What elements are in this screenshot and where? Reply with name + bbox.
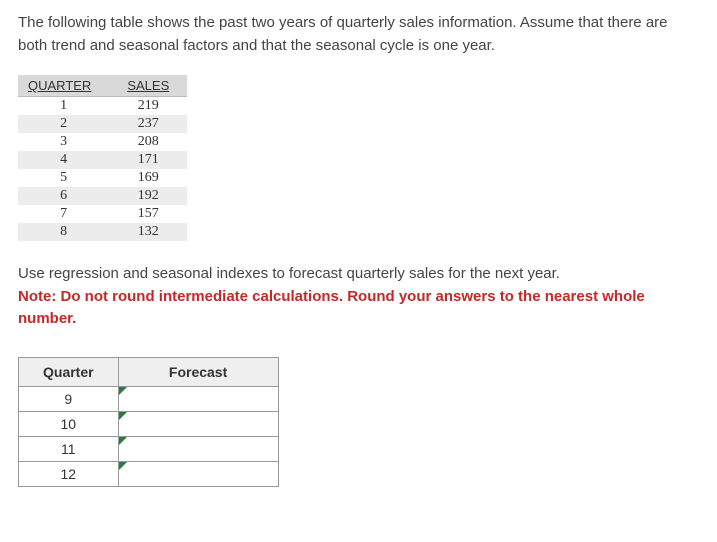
table-row: 6192: [18, 187, 187, 205]
cell-quarter: 11: [19, 436, 119, 461]
instruction-line: Use regression and seasonal indexes to f…: [18, 265, 560, 282]
input-marker-icon: [119, 387, 127, 395]
cell-quarter: 12: [19, 461, 119, 486]
forecast-table: Quarter Forecast 9 10 11 12: [18, 357, 279, 487]
cell-sales: 219: [109, 97, 187, 116]
forecast-row: 12: [19, 461, 279, 486]
sales-data-table: QUARTER SALES 1219 2237 3208 4171 5169 6…: [18, 75, 187, 241]
forecast-row: 9: [19, 386, 279, 411]
cell-sales: 237: [109, 115, 187, 133]
table-row: 8132: [18, 223, 187, 241]
instructions-text: Use regression and seasonal indexes to f…: [18, 263, 699, 331]
col-header-forecast: Forecast: [118, 357, 278, 386]
cell-sales: 157: [109, 205, 187, 223]
col-header-sales: SALES: [109, 75, 187, 97]
forecast-input-q9[interactable]: [119, 387, 278, 411]
cell-quarter: 4: [18, 151, 109, 169]
input-marker-icon: [119, 437, 127, 445]
cell-quarter: 5: [18, 169, 109, 187]
cell-quarter: 1: [18, 97, 109, 116]
table-row: 4171: [18, 151, 187, 169]
cell-sales: 132: [109, 223, 187, 241]
forecast-input-q12[interactable]: [119, 462, 278, 486]
table-row: 3208: [18, 133, 187, 151]
intro-text: The following table shows the past two y…: [18, 12, 699, 57]
table-row: 2237: [18, 115, 187, 133]
cell-quarter: 3: [18, 133, 109, 151]
cell-quarter: 6: [18, 187, 109, 205]
cell-quarter: 10: [19, 411, 119, 436]
cell-sales: 169: [109, 169, 187, 187]
input-marker-icon: [119, 462, 127, 470]
instruction-note: Note: Do not round intermediate calculat…: [18, 288, 645, 328]
forecast-row: 10: [19, 411, 279, 436]
forecast-row: 11: [19, 436, 279, 461]
cell-sales: 208: [109, 133, 187, 151]
cell-quarter: 8: [18, 223, 109, 241]
col-header-quarter: QUARTER: [18, 75, 109, 97]
col-header-quarter: Quarter: [19, 357, 119, 386]
cell-sales: 192: [109, 187, 187, 205]
forecast-input-q11[interactable]: [119, 437, 278, 461]
cell-sales: 171: [109, 151, 187, 169]
forecast-input-q10[interactable]: [119, 412, 278, 436]
table-row: 1219: [18, 97, 187, 116]
cell-quarter: 9: [19, 386, 119, 411]
input-marker-icon: [119, 412, 127, 420]
cell-quarter: 7: [18, 205, 109, 223]
cell-quarter: 2: [18, 115, 109, 133]
table-row: 5169: [18, 169, 187, 187]
table-row: 7157: [18, 205, 187, 223]
